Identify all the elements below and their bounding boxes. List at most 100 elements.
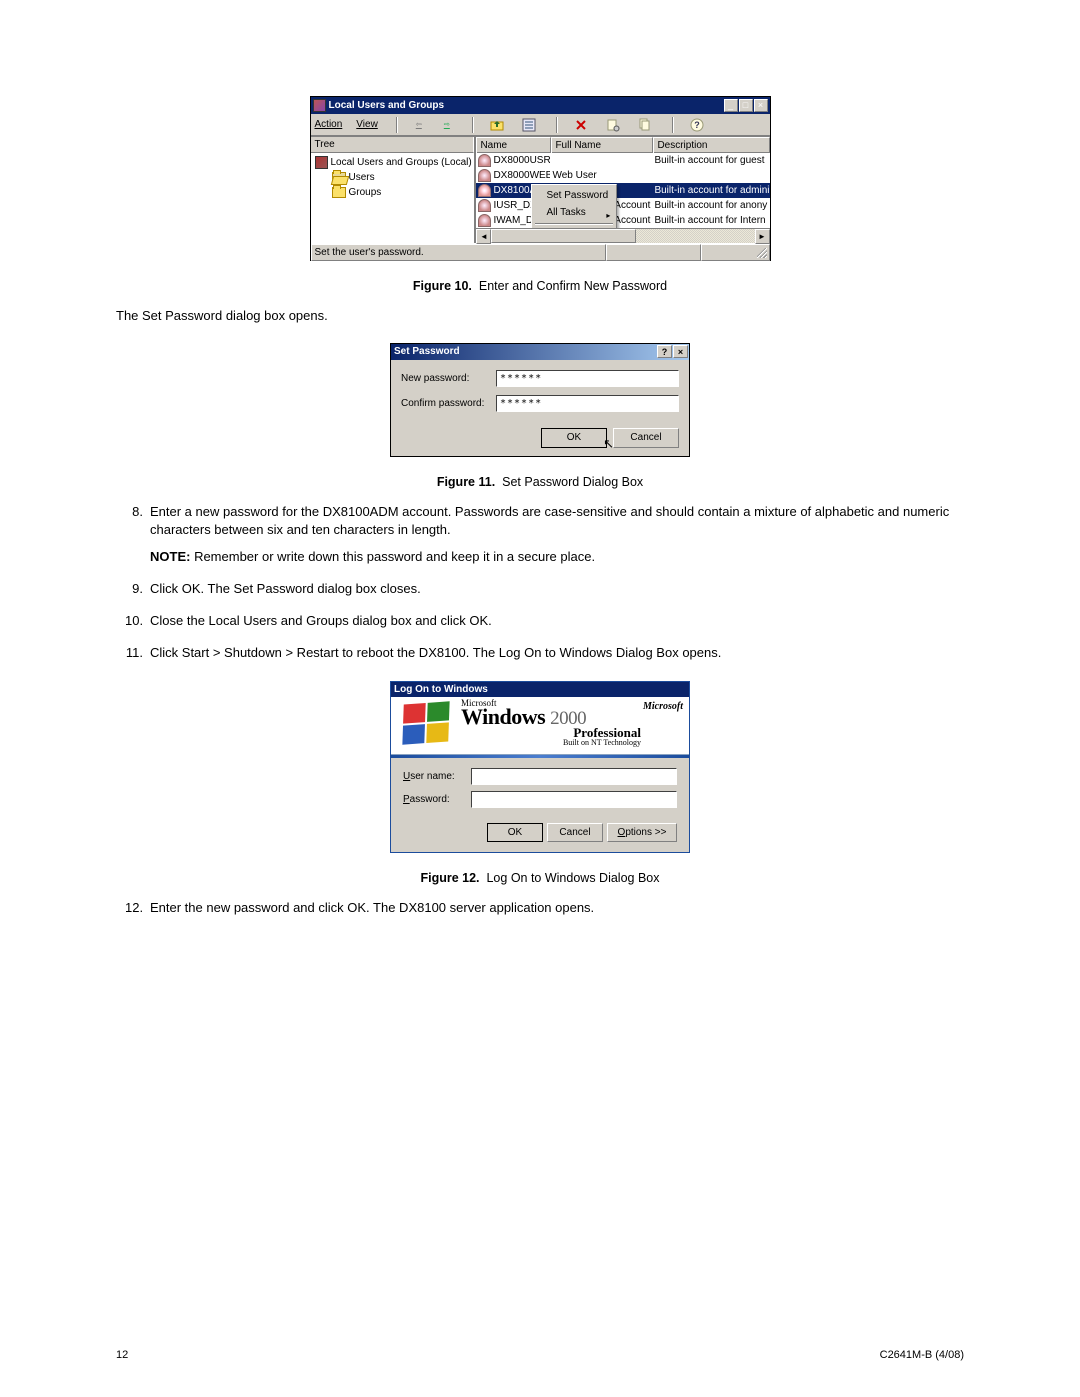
dialog-title: Set Password xyxy=(394,344,657,360)
user-row[interactable]: DX8000USR Built-in account for guest xyxy=(476,153,769,168)
toolbar-separator xyxy=(396,117,398,133)
menu-view[interactable]: View xyxy=(356,119,378,130)
root-icon xyxy=(315,156,328,169)
up-folder-icon[interactable] xyxy=(488,116,506,134)
step-9: Click OK. The Set Password dialog box cl… xyxy=(116,580,964,599)
menu-separator xyxy=(535,223,613,225)
maximize-button[interactable]: □ xyxy=(739,99,753,112)
toolbar-separator xyxy=(556,117,558,133)
menu-action[interactable]: Action xyxy=(315,119,343,130)
windows-flag-icon xyxy=(402,701,449,744)
close-button[interactable]: × xyxy=(673,345,688,358)
user-row[interactable]: DX8000WEB Web User xyxy=(476,168,769,183)
app-icon xyxy=(313,99,326,112)
ok-button[interactable]: OK xyxy=(541,428,607,448)
figure-11-caption: Figure 11. Set Password Dialog Box xyxy=(116,475,964,489)
logon-dialog: Log On to Windows Microsoft Microsoft Wi… xyxy=(390,681,690,853)
step-10: Close the Local Users and Groups dialog … xyxy=(116,612,964,631)
user-icon xyxy=(478,169,491,182)
menu-delete[interactable]: Delete xyxy=(534,227,614,228)
help-icon[interactable]: ? xyxy=(688,116,706,134)
status-cell xyxy=(606,244,701,261)
user-icon xyxy=(478,199,491,212)
confirm-password-input[interactable]: ****** xyxy=(496,395,679,412)
figure-10-caption: Figure 10. Enter and Confirm New Passwor… xyxy=(116,279,964,293)
username-label: User name: xyxy=(403,771,471,782)
toolbar-separator xyxy=(472,117,474,133)
col-name[interactable]: Name xyxy=(476,137,551,153)
brand-tagline: Built on NT Technology xyxy=(461,739,641,746)
brand-windows: Windows 2000 xyxy=(461,707,679,727)
forward-icon[interactable]: ⇨ xyxy=(440,118,454,132)
ok-button[interactable]: OK xyxy=(487,823,543,842)
page-number: 12 xyxy=(116,1349,128,1361)
scroll-right-icon[interactable]: ► xyxy=(755,229,770,244)
refresh-icon[interactable] xyxy=(636,116,654,134)
tree-root[interactable]: Local Users and Groups (Local) xyxy=(315,155,475,170)
user-icon xyxy=(478,184,491,197)
list-headers: Name Full Name Description xyxy=(476,137,769,153)
horizontal-scrollbar[interactable]: ◄ ► xyxy=(476,228,769,243)
list-icon[interactable] xyxy=(520,116,538,134)
toolbar-separator xyxy=(672,117,674,133)
delete-icon[interactable] xyxy=(572,116,590,134)
status-bar: Set the user's password. xyxy=(311,243,770,260)
close-button[interactable]: × xyxy=(754,99,768,112)
cancel-button[interactable]: Cancel xyxy=(547,823,603,842)
tree-users[interactable]: Users xyxy=(315,170,475,185)
figure-12-caption: Figure 12. Log On to Windows Dialog Box xyxy=(116,871,964,885)
scroll-thumb[interactable] xyxy=(491,229,636,243)
menu-toolbar: Action View ⇦ ⇨ ? xyxy=(311,114,770,136)
page-footer: 12 C2641M-B (4/08) xyxy=(116,1349,964,1361)
user-row[interactable]: IUSR_DX st Account Built-in account for … xyxy=(476,198,769,213)
dialog-titlebar[interactable]: Set Password ? × xyxy=(391,344,689,360)
menu-set-password[interactable]: Set Password xyxy=(534,187,614,204)
new-password-input[interactable]: ****** xyxy=(496,370,679,387)
dialog-titlebar[interactable]: Log On to Windows xyxy=(391,682,689,697)
tree-header: Tree xyxy=(311,137,475,153)
col-description[interactable]: Description xyxy=(653,137,769,153)
user-row-selected[interactable]: DX8100ADM Built-in account for admini xyxy=(476,183,769,198)
status-text: Set the user's password. xyxy=(311,244,606,261)
instruction-list-2: Enter the new password and click OK. The… xyxy=(116,899,964,918)
menu-all-tasks[interactable]: All Tasks xyxy=(534,204,614,221)
help-button[interactable]: ? xyxy=(657,345,672,358)
tree-users-label: Users xyxy=(349,172,375,183)
window-titlebar[interactable]: Local Users and Groups _ □ × xyxy=(311,97,770,114)
password-input[interactable] xyxy=(471,791,677,808)
back-icon[interactable]: ⇦ xyxy=(412,118,426,132)
local-users-groups-window: Local Users and Groups _ □ × Action View… xyxy=(310,96,771,261)
windows-banner: Microsoft Microsoft Windows 2000 Profess… xyxy=(391,697,689,755)
scroll-left-icon[interactable]: ◄ xyxy=(476,229,491,244)
note-label: NOTE: xyxy=(150,549,190,564)
step-12: Enter the new password and click OK. The… xyxy=(116,899,964,918)
body-text: The Set Password dialog box opens. xyxy=(116,307,964,325)
password-label: Password: xyxy=(403,794,471,805)
tree-groups[interactable]: Groups xyxy=(315,185,475,200)
user-row[interactable]: IWAM_D ocess Account Built-in account fo… xyxy=(476,213,769,228)
options-button[interactable]: Options >> xyxy=(607,823,677,842)
scroll-track[interactable] xyxy=(491,229,754,243)
step-8: Enter a new password for the DX8100ADM a… xyxy=(116,503,964,568)
window-title: Local Users and Groups xyxy=(329,100,724,111)
new-password-label: New password: xyxy=(401,373,496,384)
username-input[interactable] xyxy=(471,768,677,785)
user-icon xyxy=(478,154,491,167)
cancel-button[interactable]: Cancel xyxy=(613,428,679,448)
user-icon xyxy=(478,214,491,227)
instruction-list: Enter a new password for the DX8100ADM a… xyxy=(116,503,964,663)
tree-root-label: Local Users and Groups (Local) xyxy=(331,157,472,168)
set-password-dialog: Set Password ? × New password: ****** Co… xyxy=(390,343,690,457)
folder-open-icon xyxy=(332,172,346,183)
minimize-button[interactable]: _ xyxy=(724,99,738,112)
document-id: C2641M-B (4/08) xyxy=(880,1349,964,1361)
status-cell xyxy=(701,244,770,261)
list-pane: Name Full Name Description DX8000USR Bui… xyxy=(476,137,769,243)
step-11: Click Start > Shutdown > Restart to rebo… xyxy=(116,644,964,663)
resize-grip-icon[interactable] xyxy=(757,248,767,258)
context-menu: Set Password All Tasks Delete Rename Pro… xyxy=(531,184,617,228)
folder-icon xyxy=(332,187,346,198)
col-fullname[interactable]: Full Name xyxy=(551,137,653,153)
tree-pane: Tree Local Users and Groups (Local) User… xyxy=(311,137,477,243)
properties-icon[interactable] xyxy=(604,116,622,134)
